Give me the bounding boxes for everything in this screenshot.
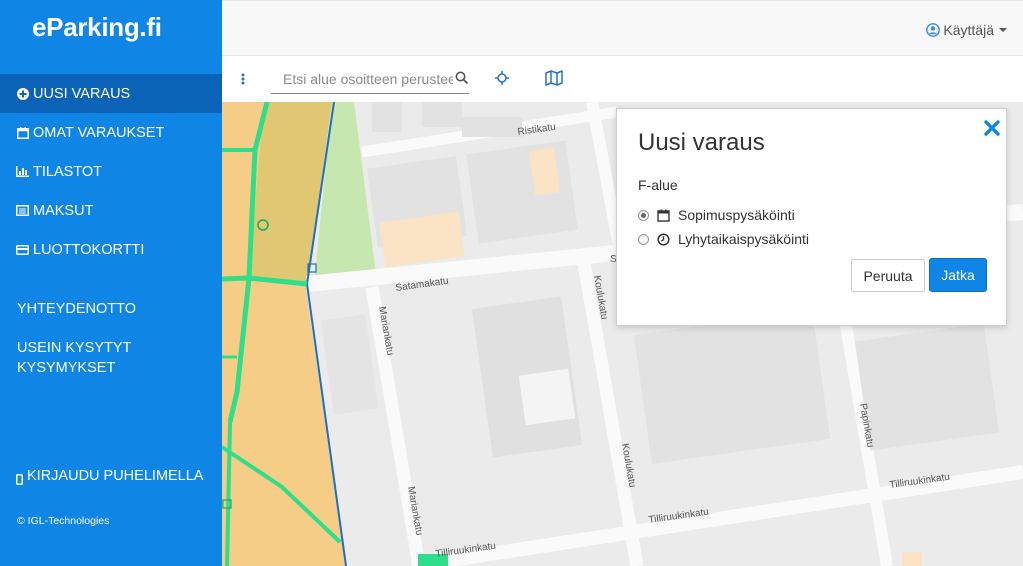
faq-line-2: KYSYMYKSET <box>17 360 116 376</box>
sidebar-item-label: OMAT VARAUKSET <box>33 124 165 141</box>
search-input[interactable] <box>283 69 453 89</box>
option-short-term-parking[interactable]: Lyhytaikaispysäköinti <box>638 231 809 247</box>
plus-circle-icon <box>16 87 29 100</box>
radio-button[interactable] <box>638 233 649 245</box>
sidebar-item-credit-card[interactable]: LUOTTOKORTTI <box>0 230 222 269</box>
close-icon[interactable] <box>983 119 1001 137</box>
search-field <box>271 64 469 94</box>
credit-card-icon <box>16 243 29 256</box>
option-contract-parking[interactable]: Sopimuspysäköinti <box>638 207 795 223</box>
copyright-text: © IGL-Technologies <box>17 515 110 527</box>
user-circle-icon <box>926 23 941 37</box>
chevron-down-icon <box>999 28 1007 32</box>
sidebar-item-my-reservations[interactable]: OMAT VARAUKSET <box>0 113 222 152</box>
sidebar: eParking.fi UUSI VARAUS OMAT VARAUKSET T… <box>0 0 222 566</box>
map-icon[interactable] <box>545 70 563 86</box>
dialog-title: Uusi varaus <box>638 129 765 156</box>
option-label: Lyhytaikaispysäköinti <box>678 231 809 247</box>
top-header: Käyttäjä <box>222 0 1023 56</box>
sidebar-item-contact[interactable]: YHTEYDENOTTO <box>17 299 136 319</box>
list-icon <box>16 204 29 217</box>
phone-login-label: KIRJAUDU PUHELIMELLA <box>27 468 204 484</box>
continue-button[interactable]: Jatka <box>929 258 987 292</box>
sidebar-item-label: UUSI VARAUS <box>33 85 131 102</box>
app-logo[interactable]: eParking.fi <box>32 12 162 43</box>
zone-label: F-alue <box>638 177 678 193</box>
app-root: eParking.fi UUSI VARAUS OMAT VARAUKSET T… <box>0 0 1023 566</box>
user-menu-dropdown[interactable]: Käyttäjä <box>926 22 1007 38</box>
clock-icon <box>657 232 670 246</box>
map-toolbar <box>222 56 1023 102</box>
cancel-button[interactable]: Peruuta <box>851 259 925 292</box>
new-reservation-dialog: Uusi varaus F-alue Sopimuspysäköinti Lyh… <box>616 108 1007 326</box>
sidebar-item-new-reservation[interactable]: UUSI VARAUS <box>0 74 222 113</box>
option-label: Sopimuspysäköinti <box>678 207 795 223</box>
user-label: Käyttäjä <box>943 22 994 38</box>
sidebar-item-statistics[interactable]: TILASTOT <box>0 152 222 191</box>
radio-button[interactable] <box>638 209 649 221</box>
sidebar-item-label: MAKSUT <box>33 202 94 219</box>
sidebar-item-faq[interactable]: USEIN KYSYTYT KYSYMYKSET <box>17 338 131 378</box>
mobile-phone-icon <box>16 471 23 485</box>
calendar-icon <box>657 209 670 222</box>
sidebar-item-label: LUOTTOKORTTI <box>33 241 145 258</box>
faq-line-1: USEIN KYSYTYT <box>17 340 132 356</box>
sidebar-item-phone-login[interactable]: KIRJAUDU PUHELIMELLA <box>16 466 203 486</box>
crosshair-locate-icon[interactable] <box>494 70 510 86</box>
bar-chart-icon <box>16 165 29 178</box>
search-icon[interactable] <box>455 71 469 85</box>
sidebar-item-payments[interactable]: MAKSUT <box>0 191 222 230</box>
calendar-icon <box>16 126 29 139</box>
sidebar-item-label: TILASTOT <box>33 163 103 180</box>
vertical-dots-menu-icon[interactable] <box>238 71 248 87</box>
